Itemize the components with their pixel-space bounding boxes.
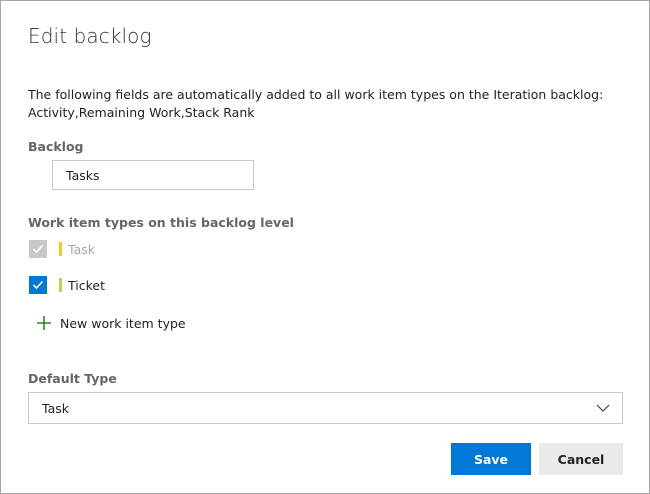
backlog-name-input[interactable]: [52, 160, 254, 190]
ticket-color-bar: [59, 278, 62, 292]
checkmark-icon: [32, 244, 44, 254]
default-type-label: Default Type: [28, 371, 117, 386]
work-item-type-row-task: Task: [29, 239, 95, 259]
work-item-type-row-ticket: Ticket: [29, 275, 105, 295]
default-type-value: Task: [42, 400, 69, 416]
cancel-button[interactable]: Cancel: [539, 443, 623, 475]
ticket-label: Ticket: [68, 277, 105, 293]
new-work-item-type-label: New work item type: [60, 315, 186, 331]
default-type-dropdown[interactable]: Task: [28, 392, 623, 424]
task-checkbox[interactable]: [29, 240, 47, 258]
ticket-checkbox[interactable]: [29, 276, 47, 294]
info-line-1: The following fields are automatically a…: [28, 87, 604, 102]
edit-backlog-dialog: Edit backlog The following fields are au…: [0, 0, 650, 494]
info-line-2: Activity,Remaining Work,Stack Rank: [28, 105, 255, 120]
work-item-types-label: Work item types on this backlog level: [28, 215, 294, 230]
new-work-item-type-button[interactable]: New work item type: [36, 313, 186, 333]
save-button[interactable]: Save: [451, 443, 531, 475]
task-color-bar: [59, 242, 62, 256]
auto-fields-info: The following fields are automatically a…: [28, 86, 628, 122]
chevron-down-icon: [596, 404, 610, 412]
plus-icon: [37, 316, 51, 330]
backlog-label: Backlog: [28, 139, 84, 154]
task-label: Task: [68, 241, 95, 257]
checkmark-icon: [32, 280, 44, 290]
dialog-title: Edit backlog: [28, 24, 152, 48]
